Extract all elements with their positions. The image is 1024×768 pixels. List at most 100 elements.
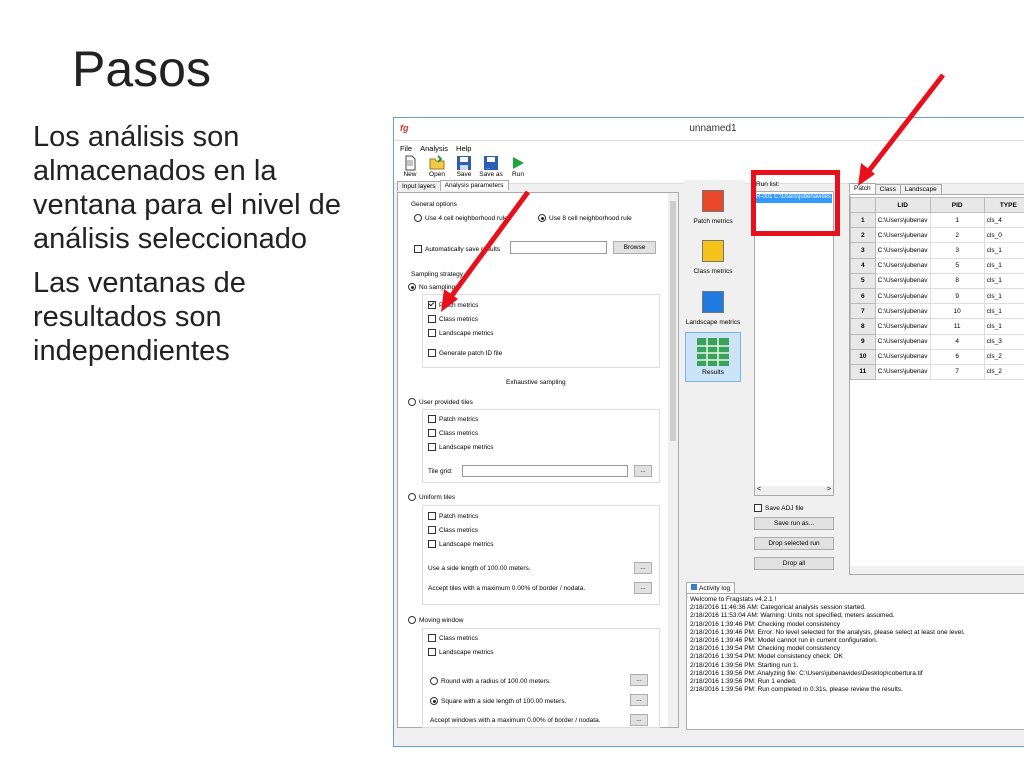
cell-pid[interactable]: 10 (929, 303, 985, 320)
table-row[interactable]: 5 C:\Users\jubenav 8 cls_1 (850, 272, 1024, 289)
cell-pid[interactable]: 1 (929, 211, 985, 229)
cell-type[interactable]: cls_1 (983, 272, 1024, 289)
row-number[interactable]: 6 (850, 287, 876, 305)
row-number[interactable]: 8 (850, 318, 876, 335)
open-button[interactable]: Open (425, 155, 449, 178)
cell-type[interactable]: cls_1 (983, 242, 1024, 259)
cell-lid[interactable]: C:\Users\jubenav (874, 211, 931, 229)
ut-class-metrics-checkbox[interactable] (428, 429, 436, 437)
cell-pid[interactable]: 7 (929, 363, 985, 381)
cell-type[interactable]: cls_1 (983, 287, 1024, 305)
moving-window-radio[interactable] (408, 616, 416, 624)
scroll-right-icon[interactable]: > (827, 486, 831, 493)
menu-analysis[interactable]: Analysis (420, 144, 448, 153)
side-length-button[interactable]: ... (634, 562, 652, 574)
tile-grid-browse-button[interactable]: ... (634, 465, 652, 477)
cell-lid[interactable]: C:\Users\jubenav (874, 333, 931, 350)
user-tiles-radio[interactable] (408, 398, 416, 406)
cell-pid[interactable]: 3 (929, 242, 985, 259)
ns-class-metrics[interactable]: Class metrics (428, 315, 478, 323)
cell-lid[interactable]: C:\Users\jubenav (874, 272, 931, 289)
row-number[interactable]: 3 (850, 242, 876, 259)
cell-type[interactable]: cls_1 (983, 257, 1024, 274)
menu-file[interactable]: File (400, 144, 412, 153)
table-row[interactable]: 8 C:\Users\jubenav 11 cls_1 (850, 318, 1024, 335)
ut-patch-metrics-checkbox[interactable] (428, 415, 436, 423)
mw-class-metrics-checkbox[interactable] (428, 634, 436, 642)
cell-type[interactable]: cls_1 (983, 318, 1024, 335)
scroll-left-icon[interactable]: < (757, 486, 761, 493)
uniform-tiles-radio[interactable] (408, 493, 416, 501)
uniform-tiles-option[interactable]: Uniform tiles (408, 493, 455, 501)
cell-type[interactable]: cls_2 (983, 363, 1024, 381)
column-header-pid[interactable]: PID (929, 197, 985, 213)
round-window-button[interactable]: ... (630, 674, 648, 686)
ut-patch-metrics[interactable]: Patch metrics (428, 415, 478, 423)
rule4-radio[interactable] (414, 214, 422, 222)
uf-class-metrics[interactable]: Class metrics (428, 526, 478, 534)
save-adj-option[interactable]: Save ADJ file (754, 504, 804, 512)
cell-pid[interactable]: 4 (929, 333, 985, 350)
results-hscroll[interactable] (850, 566, 1024, 574)
ns-class-metrics-checkbox[interactable] (428, 315, 436, 323)
table-row[interactable]: 2 C:\Users\jubenav 2 cls_0 (850, 227, 1024, 244)
run-list-hscroll[interactable]: < > (755, 486, 833, 495)
table-row[interactable]: 1 C:\Users\jubenav 1 cls_4 (850, 211, 1024, 229)
mw-landscape-metrics-checkbox[interactable] (428, 648, 436, 656)
cell-pid[interactable]: 2 (929, 227, 985, 244)
no-sampling-radio[interactable] (408, 283, 416, 291)
save-as-button[interactable]: ... Save as (479, 155, 503, 178)
accept-tiles-button[interactable]: ... (634, 582, 652, 594)
auto-save-option[interactable]: Automatically save results (414, 245, 500, 253)
mw-landscape-metrics[interactable]: Landscape metrics (428, 648, 494, 656)
round-window-option[interactable]: Round with a radius of 100.00 meters. (430, 677, 551, 685)
accept-windows-button[interactable]: ... (630, 714, 648, 726)
tab-analysis-parameters[interactable]: Analysis parameters (439, 180, 509, 190)
save-button[interactable]: Save (452, 155, 476, 178)
save-run-as-button[interactable]: Save run as... (754, 517, 834, 530)
table-row[interactable]: 6 C:\Users\jubenav 9 cls_1 (850, 287, 1024, 305)
table-row[interactable]: 7 C:\Users\jubenav 10 cls_1 (850, 303, 1024, 320)
tab-patch[interactable]: Patch (849, 183, 876, 193)
drop-selected-run-button[interactable]: Drop selected run (754, 537, 834, 550)
ns-patch-metrics-checkbox[interactable] (428, 301, 436, 309)
round-window-radio[interactable] (430, 677, 438, 685)
ns-landscape-metrics-checkbox[interactable] (428, 329, 436, 337)
class-metrics-item[interactable]: Class metrics (683, 240, 743, 275)
cell-lid[interactable]: C:\Users\jubenav (874, 242, 931, 259)
uf-landscape-metrics-checkbox[interactable] (428, 540, 436, 548)
mw-class-metrics[interactable]: Class metrics (428, 634, 478, 642)
cell-pid[interactable]: 5 (929, 257, 985, 274)
tab-input-layers[interactable]: Input layers (397, 181, 441, 191)
cell-pid[interactable]: 6 (929, 348, 985, 365)
tab-class[interactable]: Class (874, 184, 901, 194)
row-number[interactable]: 11 (850, 363, 876, 381)
uf-patch-metrics-checkbox[interactable] (428, 512, 436, 520)
cell-lid[interactable]: C:\Users\jubenav (874, 318, 931, 335)
row-number[interactable]: 1 (850, 211, 876, 229)
generate-patch-id-checkbox[interactable] (428, 349, 436, 357)
cell-type[interactable]: cls_4 (983, 211, 1024, 229)
landscape-metrics-item[interactable]: Landscape metrics (683, 291, 743, 326)
column-header-lid[interactable]: LID (874, 197, 931, 213)
user-tiles-option[interactable]: User provided tiles (408, 398, 473, 406)
square-window-radio[interactable] (430, 697, 438, 705)
results-item[interactable]: Results (685, 332, 741, 382)
auto-save-checkbox[interactable] (414, 245, 422, 253)
square-window-option[interactable]: Square with a side length of 100.00 mete… (430, 697, 566, 705)
uf-landscape-metrics[interactable]: Landscape metrics (428, 540, 494, 548)
left-scrollbar[interactable] (668, 193, 678, 727)
uf-patch-metrics[interactable]: Patch metrics (428, 512, 478, 520)
cell-type[interactable]: cls_0 (983, 227, 1024, 244)
drop-all-button[interactable]: Drop all (754, 557, 834, 570)
ns-landscape-metrics[interactable]: Landscape metrics (428, 329, 494, 337)
cell-lid[interactable]: C:\Users\jubenav (874, 257, 931, 274)
cell-pid[interactable]: 9 (929, 287, 985, 305)
generate-patch-id[interactable]: Generate patch ID file (428, 349, 502, 357)
ns-patch-metrics[interactable]: Patch metrics (428, 301, 478, 309)
table-row[interactable]: 11 C:\Users\jubenav 7 cls_2 (850, 363, 1024, 381)
column-header-type[interactable]: TYPE (983, 197, 1024, 213)
no-sampling-option[interactable]: No sampling (408, 283, 455, 291)
table-row[interactable]: 4 C:\Users\jubenav 5 cls_1 (850, 257, 1024, 274)
cell-lid[interactable]: C:\Users\jubenav (874, 303, 931, 320)
